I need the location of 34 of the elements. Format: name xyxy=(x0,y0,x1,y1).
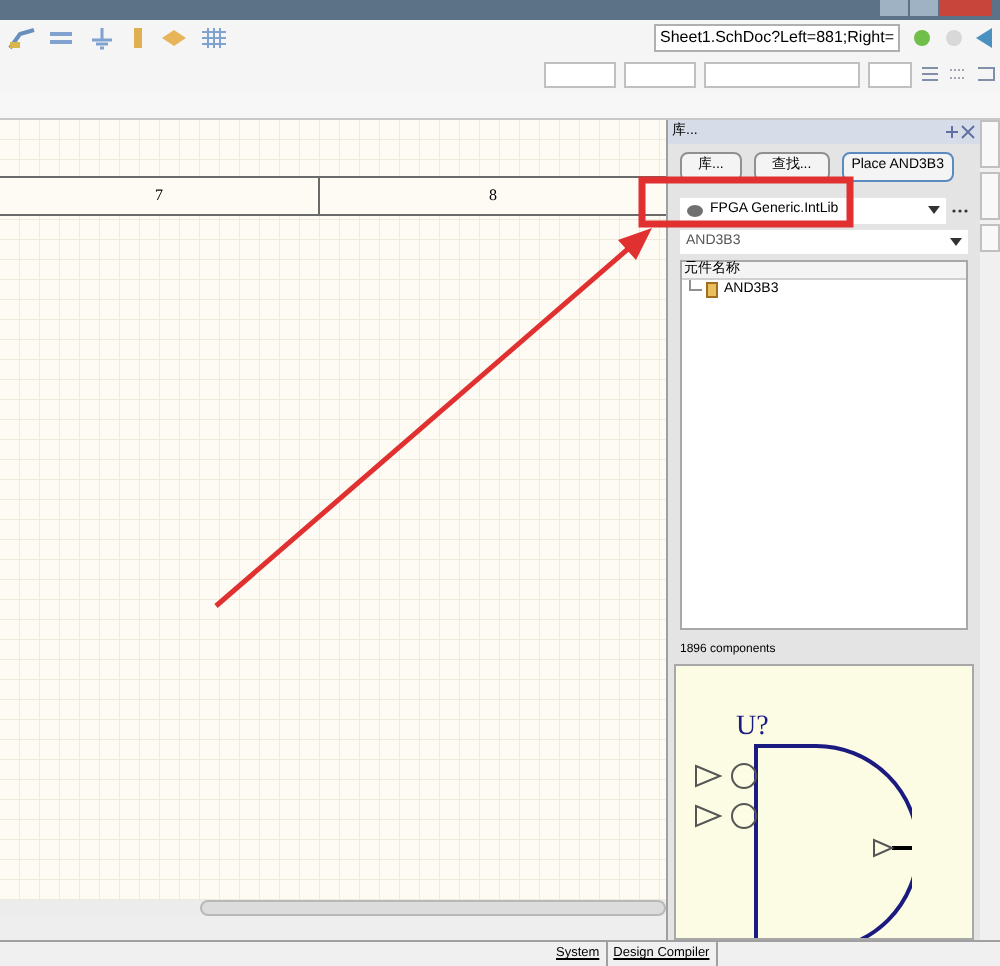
combo-box[interactable] xyxy=(704,61,860,87)
more-icon[interactable] xyxy=(952,207,968,213)
library-icon xyxy=(686,203,704,217)
port-tool-icon[interactable] xyxy=(160,26,188,50)
border-zone-label: 8 xyxy=(489,184,497,208)
combo-box[interactable] xyxy=(868,61,912,87)
grid-tool-icon[interactable] xyxy=(200,26,228,50)
side-tab[interactable] xyxy=(980,224,1000,252)
part-tool-icon[interactable] xyxy=(128,26,148,50)
side-tab[interactable] xyxy=(980,172,1000,220)
combo-box[interactable] xyxy=(624,61,696,87)
close-button[interactable] xyxy=(940,0,992,16)
document-address-field[interactable]: Sheet1.SchDoc?Left=881;Right= xyxy=(654,24,900,52)
combo-box[interactable] xyxy=(544,61,616,87)
align-icon[interactable] xyxy=(920,64,940,84)
side-tab[interactable] xyxy=(980,120,1000,168)
minimize-button[interactable] xyxy=(880,0,908,16)
pin-icon[interactable] xyxy=(944,124,960,140)
wire-tool-icon[interactable] xyxy=(8,26,36,50)
align-icon[interactable] xyxy=(948,64,968,84)
close-icon[interactable] xyxy=(960,124,976,140)
border-zone-label: 7 xyxy=(155,184,163,208)
bus-tool-icon[interactable] xyxy=(48,26,76,50)
designator-label: U? xyxy=(736,710,769,746)
horizontal-scrollbar[interactable] xyxy=(200,900,666,916)
caret-icon xyxy=(928,206,940,214)
component-icon xyxy=(706,281,718,297)
distribute-icon[interactable] xyxy=(976,64,996,84)
go-icon[interactable] xyxy=(912,28,932,48)
maximize-button[interactable] xyxy=(910,0,938,16)
circle-icon[interactable] xyxy=(944,28,964,48)
nav-icon[interactable] xyxy=(976,28,992,48)
caret-icon xyxy=(950,238,962,246)
ground-tool-icon[interactable] xyxy=(88,26,116,50)
